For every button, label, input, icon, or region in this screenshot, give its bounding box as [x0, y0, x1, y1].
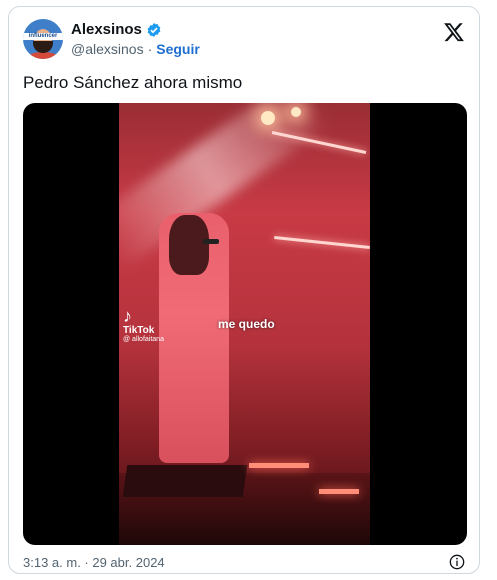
tweet-text: Pedro Sánchez ahora mismo: [23, 73, 243, 92]
name-row: Alexsinos: [71, 21, 162, 38]
tweet-card: influencer Alexsinos @alexsinos · Seguir…: [8, 6, 480, 574]
stage-light-bar: [274, 235, 370, 250]
tweet-footer: 3:13 a. m. · 29 abr. 2024: [23, 554, 465, 571]
tiktok-icon: ♪: [123, 306, 132, 326]
avatar[interactable]: influencer: [23, 19, 63, 59]
video-caption: me quedo: [218, 317, 275, 331]
tweet-header: influencer Alexsinos @alexsinos · Seguir: [23, 19, 465, 63]
stage-spotlight: [261, 111, 275, 125]
info-icon[interactable]: [449, 554, 465, 570]
avatar-shirt: [27, 52, 59, 59]
floor-light: [249, 463, 309, 468]
tiktok-watermark: ♪ TikTok @ allofaitana: [123, 307, 164, 343]
verified-badge-icon: [147, 22, 161, 37]
video-player[interactable]: ♪ TikTok @ allofaitana me quedo: [23, 103, 467, 545]
x-logo-icon[interactable]: [443, 21, 465, 43]
tiktok-user: @ allofaitana: [123, 336, 164, 343]
display-name[interactable]: Alexsinos: [71, 21, 142, 38]
singer-hair: [169, 215, 209, 275]
follow-button[interactable]: Seguir: [156, 41, 200, 57]
tiktok-brand: TikTok: [123, 325, 155, 336]
avatar-banner: influencer: [23, 33, 63, 40]
separator: ·: [147, 41, 153, 57]
avatar-beard: [33, 41, 53, 53]
microphone: [203, 239, 219, 244]
floor-light: [319, 489, 359, 494]
handle[interactable]: @alexsinos: [71, 41, 144, 57]
stage-monitor: [122, 465, 248, 497]
stage-spotlight: [291, 107, 301, 117]
handle-row: @alexsinos · Seguir: [71, 41, 200, 57]
timestamp[interactable]: 3:13 a. m. · 29 abr. 2024: [23, 555, 165, 570]
video-frame[interactable]: ♪ TikTok @ allofaitana me quedo: [119, 103, 370, 545]
